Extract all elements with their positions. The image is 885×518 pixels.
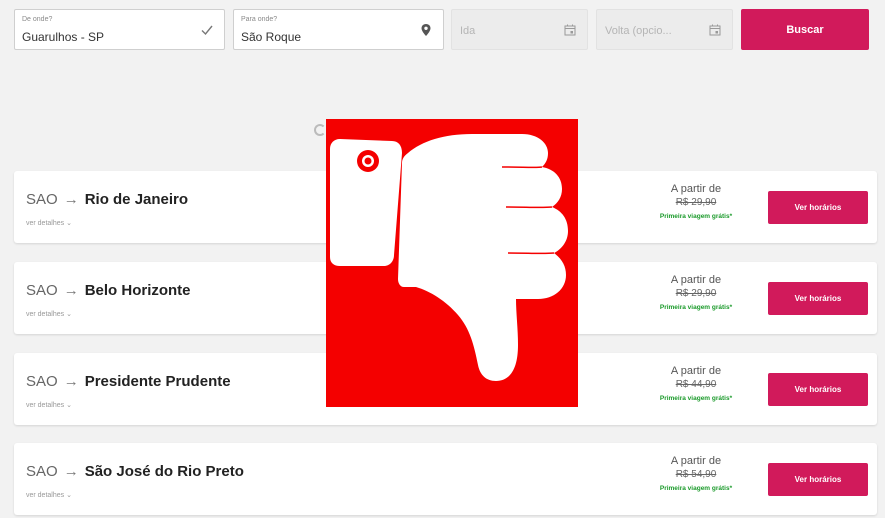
price-from-label: A partir de: [670, 183, 722, 195]
thumbs-down-icon: [330, 134, 568, 381]
arrow-right-icon: →: [63, 373, 79, 390]
destination-value: São Roque: [241, 30, 302, 44]
thumbs-down-overlay: [326, 119, 578, 407]
route: SAO → Belo Horizonte: [26, 282, 191, 299]
promo-text: Primeira viagem grátis*: [659, 485, 733, 492]
view-schedules-button[interactable]: Ver horários: [768, 282, 868, 315]
arrow-right-icon: →: [63, 463, 79, 480]
details-label: ver detalhes: [26, 492, 65, 499]
return-placeholder: Volta (opcio...: [605, 25, 672, 37]
origin-value: Guarulhos - SP: [22, 30, 105, 44]
calendar-icon: [564, 24, 576, 36]
route-origin: SAO: [26, 373, 58, 390]
destination-field[interactable]: Para onde? São Roque: [233, 9, 444, 50]
price-from-label: A partir de: [670, 455, 722, 467]
route: SAO → Presidente Prudente: [26, 373, 231, 390]
chevron-down-icon: ⌄: [66, 402, 72, 409]
route-destination: Presidente Prudente: [84, 373, 231, 390]
origin-field[interactable]: De onde? Guarulhos - SP: [14, 9, 225, 50]
price-value: R$ 29,90: [675, 197, 717, 208]
promo-text: Primeira viagem grátis*: [659, 304, 733, 311]
route-origin: SAO: [26, 463, 58, 480]
result-card: SAO → São José do Rio Preto ver detalhes ⌄…: [14, 443, 877, 515]
origin-label: De onde?: [22, 16, 53, 23]
departure-placeholder: Ida: [460, 25, 476, 37]
price-block: A partir de R$ 44,90 Primeira viagem grá…: [636, 365, 756, 402]
price-value: R$ 54,90: [675, 469, 717, 480]
price-block: A partir de R$ 29,90 Primeira viagem grá…: [636, 274, 756, 311]
route-destination: São José do Rio Preto: [84, 463, 244, 480]
price-from-label: A partir de: [670, 365, 722, 377]
price-value: R$ 44,90: [675, 379, 717, 390]
arrow-right-icon: →: [63, 191, 79, 208]
destination-label: Para onde?: [241, 16, 278, 23]
details-label: ver detalhes: [26, 311, 65, 318]
promo-text: Primeira viagem grátis*: [659, 213, 733, 220]
view-schedules-button[interactable]: Ver horários: [768, 191, 868, 224]
details-link[interactable]: ver detalhes ⌄: [26, 219, 72, 227]
view-schedules-button[interactable]: Ver horários: [768, 463, 868, 496]
price-block: A partir de R$ 29,90 Primeira viagem grá…: [636, 183, 756, 220]
calendar-icon: [709, 24, 721, 36]
check-icon: [201, 25, 213, 36]
chevron-down-icon: ⌄: [66, 311, 72, 318]
details-label: ver detalhes: [26, 220, 65, 227]
arrow-right-icon: →: [63, 282, 79, 299]
loading-spinner-icon: [314, 124, 326, 136]
price-block: A partir de R$ 54,90 Primeira viagem grá…: [636, 455, 756, 492]
route: SAO → São José do Rio Preto: [26, 463, 244, 480]
price-value: R$ 29,90: [675, 288, 717, 299]
chevron-down-icon: ⌄: [66, 220, 72, 227]
route-destination: Rio de Janeiro: [84, 191, 189, 208]
route-origin: SAO: [26, 191, 58, 208]
details-label: ver detalhes: [26, 402, 65, 409]
location-pin-icon: [421, 24, 431, 36]
details-link[interactable]: ver detalhes ⌄: [26, 491, 72, 499]
details-link[interactable]: ver detalhes ⌄: [26, 401, 72, 409]
view-schedules-button[interactable]: Ver horários: [768, 373, 868, 406]
search-button[interactable]: Buscar: [741, 9, 869, 50]
promo-text: Primeira viagem grátis*: [659, 395, 733, 402]
details-link[interactable]: ver detalhes ⌄: [26, 310, 72, 318]
chevron-down-icon: ⌄: [66, 492, 72, 499]
departure-date-field[interactable]: Ida: [451, 9, 588, 50]
route-origin: SAO: [26, 282, 58, 299]
price-from-label: A partir de: [670, 274, 722, 286]
route: SAO → Rio de Janeiro: [26, 191, 188, 208]
route-destination: Belo Horizonte: [84, 282, 191, 299]
return-date-field[interactable]: Volta (opcio...: [596, 9, 733, 50]
